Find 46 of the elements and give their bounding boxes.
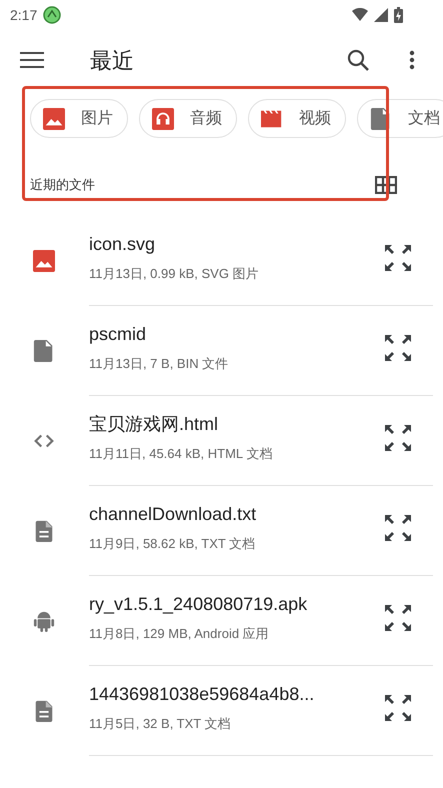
image-icon	[32, 250, 54, 272]
expand-icon[interactable]	[384, 604, 412, 632]
file-name: pscmid	[89, 323, 148, 346]
text-file-icon	[32, 520, 54, 542]
file-details: 11月5日, 32 B, TXT 文档	[89, 715, 232, 734]
file-details: 11月13日, 0.99 kB, SVG 图片	[89, 265, 260, 284]
headphones-icon	[152, 108, 174, 130]
file-details: 11月9日, 58.62 kB, TXT 文档	[89, 535, 256, 554]
menu-icon[interactable]	[20, 51, 44, 69]
file-row[interactable]: 宝贝游戏网.html 11月11日, 45.64 kB, HTML 文档	[0, 396, 443, 486]
file-row[interactable]: pscmid 11月13日, 7 B, BIN 文件	[0, 306, 443, 396]
more-options-icon[interactable]	[409, 50, 415, 70]
file-name: channelDownload.txt	[89, 503, 258, 526]
file-name: ry_v1.5.1_2408080719.apk	[89, 593, 308, 616]
text-file-icon	[32, 700, 54, 722]
image-icon	[43, 108, 65, 130]
file-details: 11月13日, 7 B, BIN 文件	[89, 355, 230, 374]
expand-icon[interactable]	[384, 514, 412, 542]
file-icon	[32, 340, 54, 362]
file-row[interactable]: 14436981038e59684a4b8... 11月5日, 32 B, TXT 文档	[0, 666, 443, 756]
file-name: icon.svg	[89, 233, 156, 256]
grid-view-icon[interactable]	[375, 176, 397, 194]
expand-icon[interactable]	[384, 424, 412, 452]
wifi-icon	[352, 8, 368, 22]
file-row[interactable]: icon.svg 11月13日, 0.99 kB, SVG 图片	[0, 216, 443, 306]
expand-icon[interactable]	[384, 334, 412, 362]
android-icon	[32, 610, 54, 632]
expand-icon[interactable]	[384, 694, 412, 722]
file-details: 11月8日, 129 MB, Android 应用	[89, 625, 270, 644]
status-time: 2:17	[10, 6, 38, 24]
category-chip[interactable]: 图片	[30, 99, 128, 138]
signal-icon	[374, 8, 388, 22]
category-chip[interactable]: 文档	[357, 99, 443, 138]
file-name: 宝贝游戏网.html	[89, 413, 220, 436]
toolbar-title: 最近	[90, 46, 135, 74]
file-row[interactable]: channelDownload.txt 11月9日, 58.62 kB, TXT 文档	[0, 486, 443, 576]
file-name: 14436981038e59684a4b8...	[89, 683, 316, 706]
app-badge-icon	[43, 6, 62, 24]
expand-icon[interactable]	[384, 244, 412, 272]
battery-icon	[394, 7, 403, 23]
search-icon[interactable]	[347, 49, 369, 71]
file-row[interactable]: ry_v1.5.1_2408080719.apk 11月8日, 129 MB, Android 应用	[0, 576, 443, 666]
category-chip[interactable]: 音频	[139, 99, 237, 138]
file-details: 11月11日, 45.64 kB, HTML 文档	[89, 445, 274, 464]
category-chip[interactable]: 视频	[248, 99, 346, 138]
section-title: 近期的文件	[30, 176, 96, 194]
